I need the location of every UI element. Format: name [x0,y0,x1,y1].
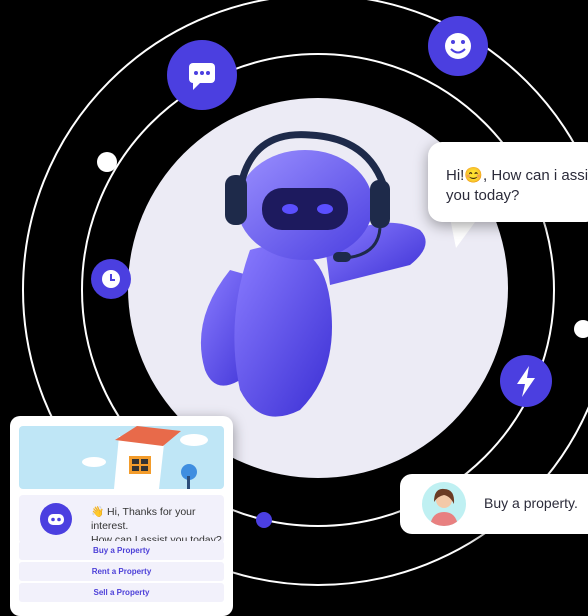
lightning-icon [500,355,552,407]
user-message-card: Buy a property. [400,474,588,534]
chat-dots-icon [167,40,237,110]
buy-property-button[interactable]: Buy a Property [19,541,224,560]
user-message-text: Buy a property. [484,495,578,511]
bot-speech-bubble: Hi!😊, How can i assist you today? [428,142,588,222]
orbit-dot [574,320,588,338]
bubble-tail [450,218,478,248]
house-illustration [82,426,208,489]
orbit-dot [256,512,272,528]
bot-message-row: 👋 Hi, Thanks for your interest. How can … [19,495,224,546]
bubble-text-start: Hi! [446,167,465,184]
wave-emoji: 👋 [91,506,105,518]
bubble-emoji: 😊 [464,167,484,184]
smiley-icon [428,16,488,76]
property-banner [19,426,224,489]
chat-widget: 👋 Hi, Thanks for your interest. How can … [10,416,233,616]
rent-property-button[interactable]: Rent a Property [19,562,224,581]
bot-avatar-icon [40,503,72,535]
orbit-dot [97,152,117,172]
clock-icon [91,259,131,299]
sell-property-button[interactable]: Sell a Property [19,583,224,602]
greeting-line-1: Hi, Thanks for your interest. [91,506,196,532]
user-avatar [422,482,466,526]
